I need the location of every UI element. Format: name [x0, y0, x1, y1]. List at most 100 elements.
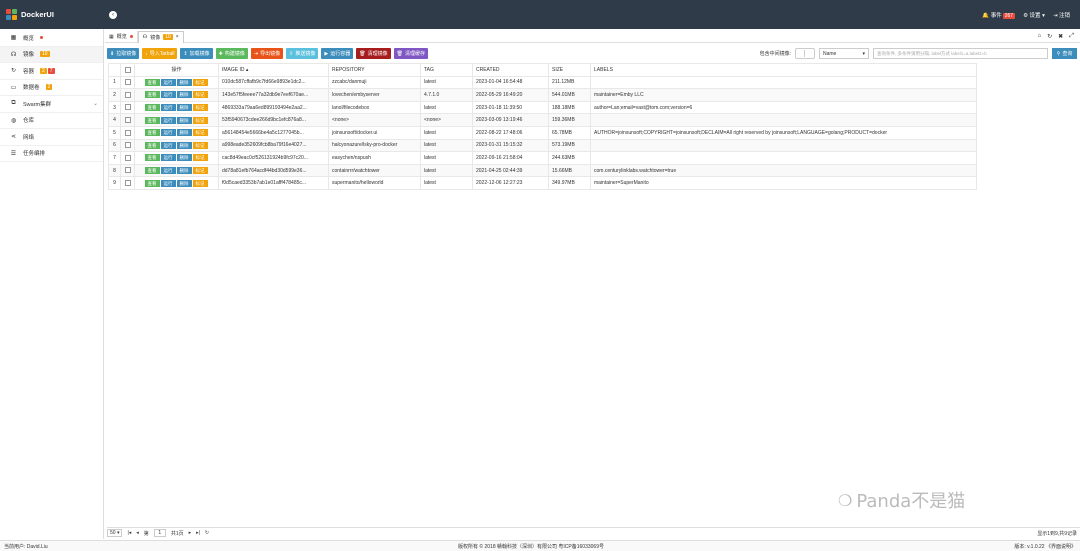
- view-button[interactable]: 查看: [144, 116, 160, 124]
- view-button[interactable]: 查看: [144, 154, 160, 162]
- tag-button[interactable]: 标记: [192, 167, 208, 175]
- tag-button[interactable]: 标记: [192, 78, 208, 86]
- reload-icon[interactable]: ↻: [205, 530, 209, 536]
- tag-button[interactable]: 标记: [192, 141, 208, 149]
- close-icon[interactable]: ✖: [1058, 33, 1063, 40]
- page-number-input[interactable]: 1: [153, 529, 166, 537]
- table-row[interactable]: 4 查看 运行 删除 标记 53f5940673cdee266d9bc1efc876a8.…: [108, 113, 977, 127]
- tag-button[interactable]: 标记: [192, 179, 208, 187]
- events-menu[interactable]: 🔔 事件 267: [982, 11, 1016, 19]
- load-image-button[interactable]: ↥ 加载镜像: [180, 48, 213, 59]
- table-row[interactable]: 9 查看 运行 删除 标记 f0d5caed3353b7ab1e01afff478485c…: [108, 176, 977, 190]
- tag-button[interactable]: 标记: [192, 91, 208, 99]
- import-tarball-button[interactable]: ↓ 导入Tarball: [142, 48, 178, 59]
- delete-button[interactable]: 删除: [176, 78, 192, 86]
- col-labels[interactable]: LABELS: [590, 63, 977, 77]
- delete-button[interactable]: 删除: [176, 179, 192, 187]
- row-checkbox[interactable]: [120, 163, 135, 178]
- run-button[interactable]: 运行: [160, 141, 176, 149]
- tag-button[interactable]: 标记: [192, 129, 208, 137]
- sidebar-item-overview[interactable]: ▦ 概览: [0, 30, 103, 47]
- delete-button[interactable]: 删除: [176, 91, 192, 99]
- table-row[interactable]: 8 查看 运行 删除 标记 dd78a81efb764acdf44bd30d599e36.…: [108, 163, 977, 178]
- sidebar-item-orchestration[interactable]: ☰ 任务编排: [0, 146, 103, 162]
- last-page-icon[interactable]: ▸|: [196, 530, 200, 536]
- sidebar-item-network[interactable]: ⋖ 网络: [0, 129, 103, 146]
- search-input[interactable]: 查询条件, 多条件请用分隔, label方式 label1=a,label2=b: [873, 48, 1048, 59]
- next-page-icon[interactable]: ▸: [189, 530, 192, 536]
- prune-cache-button[interactable]: 🗑 清理缓存: [393, 48, 428, 59]
- query-button[interactable]: ⚲ 查询: [1052, 48, 1077, 59]
- view-button[interactable]: 查看: [144, 91, 160, 99]
- run-button[interactable]: 运行: [160, 91, 176, 99]
- col-repository[interactable]: REPOSITORY: [328, 63, 421, 77]
- delete-button[interactable]: 删除: [176, 167, 192, 175]
- table-row[interactable]: 2 查看 运行 删除 标记 143e57f5feeee77a32db9e7eef670ae…: [108, 88, 977, 102]
- sidebar-item-registry[interactable]: ◍ 仓库: [0, 113, 103, 129]
- table-row[interactable]: 7 查看 运行 删除 标记 cac8d49eac0cf526131924b9fc97c20…: [108, 151, 977, 165]
- first-page-icon[interactable]: |◂: [127, 530, 131, 536]
- table-row[interactable]: 1 查看 运行 删除 标记 010dc587cffafb9c7fd66e9893e1dc2…: [108, 75, 977, 90]
- col-tag[interactable]: TAG: [420, 63, 473, 77]
- run-container-button[interactable]: ▶ 运行容器: [321, 48, 354, 59]
- run-button[interactable]: 运行: [160, 116, 176, 124]
- refresh-icon[interactable]: ↻: [1047, 33, 1052, 40]
- tab-overview[interactable]: ▦ 概览: [105, 30, 138, 43]
- delete-button[interactable]: 删除: [176, 116, 192, 124]
- pull-image-button[interactable]: ⬇ 拉取镜像: [107, 48, 140, 59]
- row-checkbox[interactable]: [120, 113, 135, 127]
- app-logo[interactable]: DockerUI: [0, 0, 104, 29]
- view-button[interactable]: 查看: [144, 104, 160, 112]
- row-checkbox[interactable]: [120, 75, 135, 90]
- row-checkbox[interactable]: [120, 176, 135, 190]
- col-image-id[interactable]: IMAGE ID ▴: [218, 63, 329, 77]
- sidebar-item-swarm[interactable]: ⧉ Swarm集群 ⌄: [0, 96, 103, 113]
- prune-images-button[interactable]: 🗑 清理镜像: [356, 48, 391, 59]
- tag-button[interactable]: 标记: [192, 154, 208, 162]
- view-button[interactable]: 查看: [144, 129, 160, 137]
- col-created[interactable]: CREATED: [472, 63, 549, 77]
- run-button[interactable]: 运行: [160, 179, 176, 187]
- tag-button[interactable]: 标记: [192, 104, 208, 112]
- push-image-button[interactable]: ⇪ 推送镜像: [286, 48, 319, 59]
- table-row[interactable]: 3 查看 运行 删除 标记 4869333a79aa6ed899193494e2aa2..…: [108, 100, 977, 115]
- sidebar-item-images[interactable]: ☊ 镜像 10: [0, 46, 103, 63]
- include-intermediate-toggle[interactable]: [795, 48, 815, 59]
- table-row[interactable]: 5 查看 运行 删除 标记 a56148454e5666be4a5c1277045b...…: [108, 125, 977, 140]
- table-row[interactable]: 6 查看 运行 删除 标记 a998eade352609fcb8ba79f16e4027.…: [108, 138, 977, 153]
- sidebar-toggle-icon[interactable]: ‹: [109, 10, 117, 19]
- close-icon[interactable]: ×: [176, 34, 179, 40]
- row-checkbox[interactable]: [120, 100, 135, 115]
- fullscreen-icon[interactable]: ⤢: [1069, 33, 1074, 40]
- version-info[interactable]: 版本: v.1.0.22 《界面说明》: [1014, 543, 1076, 550]
- view-button[interactable]: 查看: [144, 141, 160, 149]
- view-button[interactable]: 查看: [144, 167, 160, 175]
- delete-button[interactable]: 删除: [176, 141, 192, 149]
- delete-button[interactable]: 删除: [176, 129, 192, 137]
- run-button[interactable]: 运行: [160, 129, 176, 137]
- sidebar-item-containers[interactable]: ↻ 容器 2 7: [0, 63, 103, 80]
- row-checkbox[interactable]: [120, 125, 135, 140]
- logout-button[interactable]: ⇥ 注销: [1053, 11, 1070, 19]
- sort-select[interactable]: Name ▾: [819, 48, 869, 59]
- row-checkbox[interactable]: [120, 138, 135, 153]
- home-icon[interactable]: ⌂: [1038, 33, 1042, 40]
- prev-page-icon[interactable]: ◂: [136, 530, 139, 536]
- run-button[interactable]: 运行: [160, 78, 176, 86]
- settings-menu[interactable]: ⚙ 设置 ▾: [1023, 11, 1045, 19]
- export-image-button[interactable]: ⇥ 导出镜像: [250, 48, 284, 59]
- col-size[interactable]: SIZE: [548, 63, 591, 77]
- run-button[interactable]: 运行: [160, 154, 176, 162]
- sidebar-item-volumes[interactable]: ▭ 数据卷 2: [0, 80, 103, 96]
- run-button[interactable]: 运行: [160, 104, 176, 112]
- view-button[interactable]: 查看: [144, 179, 160, 187]
- row-checkbox[interactable]: [120, 151, 135, 165]
- page-size-select[interactable]: 50 ▾: [107, 529, 123, 537]
- delete-button[interactable]: 删除: [176, 154, 192, 162]
- select-all-checkbox[interactable]: [120, 63, 135, 77]
- row-checkbox[interactable]: [120, 88, 135, 102]
- run-button[interactable]: 运行: [160, 167, 176, 175]
- build-image-button[interactable]: ✚ 构建镜像: [215, 48, 248, 59]
- view-button[interactable]: 查看: [144, 78, 160, 86]
- tab-images[interactable]: ☊ 镜像 10 ×: [137, 30, 184, 43]
